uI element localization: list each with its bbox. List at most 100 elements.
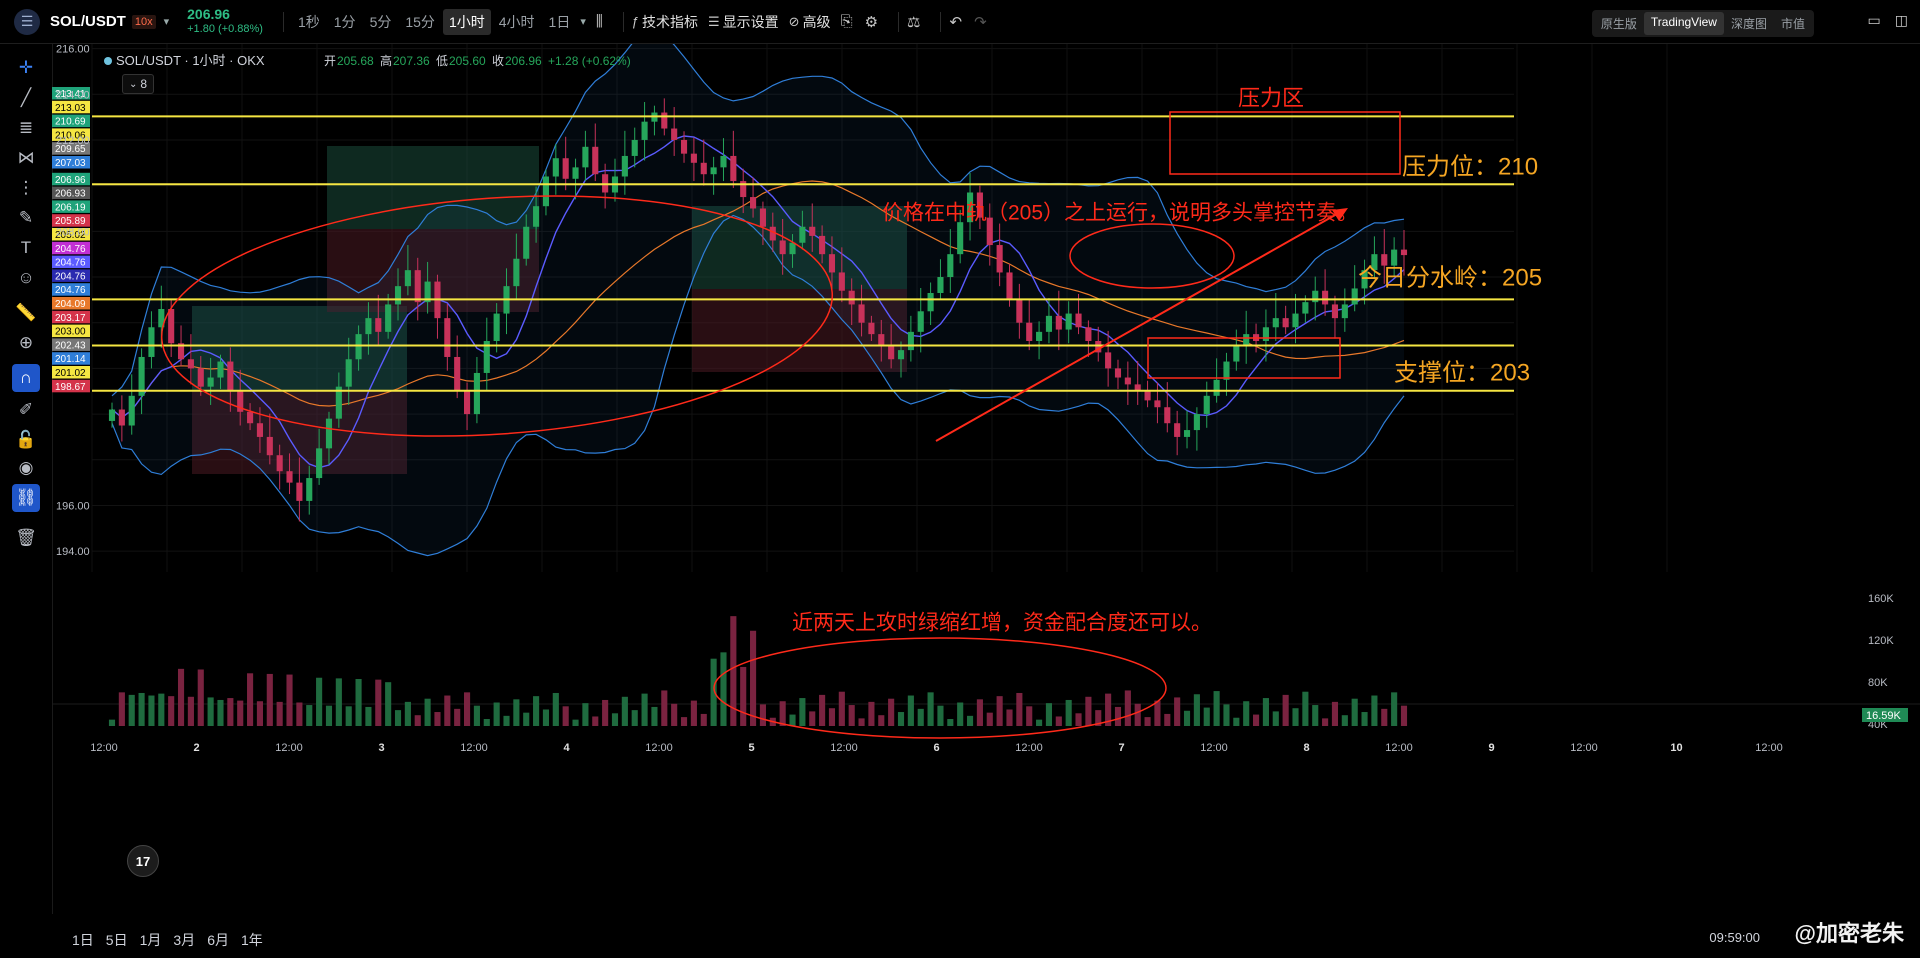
volume-bar bbox=[276, 701, 283, 726]
candle-body bbox=[1174, 423, 1181, 437]
view-option-2[interactable]: 深度图 bbox=[1724, 12, 1774, 35]
lock-icon[interactable]: 🔓 bbox=[12, 426, 40, 454]
range-0[interactable]: 1日 bbox=[72, 930, 94, 950]
timeframe-selector: 1秒 1分 5分 15分 1小时 4小时 1日 bbox=[292, 8, 578, 35]
trash-icon[interactable]: 🗑 bbox=[12, 524, 40, 552]
candle-body bbox=[957, 222, 964, 255]
snapshot-icon[interactable]: ⎘ bbox=[841, 13, 853, 30]
timeframe-0[interactable]: 1秒 bbox=[292, 9, 326, 35]
timeframe-4[interactable]: 1小时 bbox=[442, 8, 491, 35]
symbol-name[interactable]: SOL/USDT bbox=[50, 13, 126, 30]
candle-body bbox=[1036, 331, 1043, 341]
time-tick: 9 bbox=[1488, 742, 1494, 754]
horizontal-lines-icon[interactable]: ≣ bbox=[12, 114, 40, 142]
candle-body bbox=[730, 155, 737, 182]
candle-body bbox=[799, 226, 806, 243]
volume-bar bbox=[1243, 701, 1250, 726]
time-tick: 12:00 bbox=[1385, 742, 1413, 754]
volume-bar bbox=[976, 699, 983, 726]
timeframe-5[interactable]: 4小时 bbox=[493, 9, 541, 35]
range-1[interactable]: 5日 bbox=[106, 930, 128, 950]
timeframe-3[interactable]: 15分 bbox=[399, 9, 441, 35]
trendline-icon[interactable]: ╱ bbox=[12, 84, 40, 112]
candle-body bbox=[1292, 313, 1299, 328]
fullscreen-icon[interactable]: ▭ bbox=[1868, 12, 1881, 29]
time-tick: 12:00 bbox=[275, 742, 303, 754]
pencil-lock-icon[interactable]: ✐ bbox=[12, 396, 40, 424]
zoom-in-icon[interactable]: ⊕ bbox=[12, 329, 40, 357]
fib-icon[interactable]: ⋮ bbox=[12, 174, 40, 202]
timeframe-2[interactable]: 5分 bbox=[364, 9, 398, 35]
candle-body bbox=[1272, 318, 1279, 328]
link-icon[interactable]: ⛓ bbox=[12, 484, 40, 512]
chart-area[interactable]: 213.41213.03210.69210.06209.65207.03206.… bbox=[52, 44, 1920, 922]
volume-bar bbox=[700, 713, 707, 726]
volume-bar bbox=[621, 696, 628, 726]
candle-body bbox=[897, 350, 905, 360]
view-option-0[interactable]: 原生版 bbox=[1594, 12, 1644, 35]
volume-bar bbox=[394, 710, 402, 726]
candle-body bbox=[513, 258, 520, 287]
annotation-text: 压力区 bbox=[1238, 86, 1304, 111]
chevron-down-icon[interactable]: ▾ bbox=[164, 15, 170, 28]
indicator-toggle[interactable]: ⌄ 8 bbox=[122, 74, 154, 94]
candle-body bbox=[759, 208, 766, 227]
volume-bar bbox=[819, 694, 826, 726]
indicators-button[interactable]: ƒ 技术指标 bbox=[632, 12, 698, 32]
eye-icon[interactable]: ◉ bbox=[12, 454, 40, 482]
view-option-1[interactable]: TradingView bbox=[1643, 12, 1724, 35]
indicators-icon: ƒ bbox=[631, 14, 639, 29]
text-icon[interactable]: T bbox=[12, 234, 40, 262]
candle-body bbox=[779, 240, 786, 255]
candle-body bbox=[296, 482, 303, 501]
display-settings-button[interactable]: ☰ 显示设置 bbox=[708, 12, 779, 32]
view-switcher: 原生版 TradingView 深度图 市值 bbox=[1591, 10, 1814, 37]
price-label: 206.96 bbox=[55, 175, 86, 186]
legend-low-label: 低 bbox=[436, 54, 448, 68]
volume-bar bbox=[720, 652, 727, 726]
volume-bar bbox=[463, 692, 471, 726]
volume-bar bbox=[710, 658, 717, 726]
brush-icon[interactable]: ✎ bbox=[12, 204, 40, 232]
price-label: 204.76 bbox=[55, 244, 86, 255]
view-option-3[interactable]: 市值 bbox=[1774, 12, 1812, 35]
candle-body bbox=[769, 226, 776, 241]
candle-body bbox=[1223, 361, 1230, 380]
range-5[interactable]: 1年 bbox=[241, 930, 263, 950]
crosshair-icon[interactable]: ✛ bbox=[12, 54, 40, 82]
range-4[interactable]: 6月 bbox=[207, 930, 229, 950]
candle-body bbox=[1105, 352, 1112, 369]
emoji-icon[interactable]: ☺ bbox=[12, 264, 40, 292]
volume-tick: 80K bbox=[1868, 677, 1888, 689]
scale-icon[interactable]: ⚖ bbox=[907, 13, 920, 31]
volume-bar bbox=[957, 702, 964, 726]
volume-bar bbox=[1371, 695, 1378, 726]
magnet-icon[interactable]: ∩ bbox=[12, 364, 40, 392]
menu-icon[interactable]: ☰ bbox=[14, 8, 40, 35]
gear-icon[interactable]: ⚙ bbox=[865, 13, 878, 31]
volume-bar bbox=[1213, 691, 1220, 726]
advanced-button[interactable]: ⊘ 高级 bbox=[789, 12, 831, 32]
candle-type-icon[interactable]: ⫼ bbox=[596, 13, 603, 30]
range-3[interactable]: 3月 bbox=[173, 930, 195, 950]
candle-body bbox=[1233, 345, 1240, 362]
volume-bar bbox=[1114, 706, 1122, 726]
pattern-icon[interactable]: ⋈ bbox=[12, 144, 40, 172]
candle-body bbox=[552, 158, 559, 177]
annotation-text: 压力位：210 bbox=[1402, 153, 1538, 180]
volume-bar bbox=[375, 679, 382, 726]
price-tick: 196.00 bbox=[56, 500, 90, 512]
timeframe-6[interactable]: 1日 bbox=[543, 9, 577, 35]
undo-icon[interactable]: ↶ bbox=[949, 13, 962, 31]
candle-body bbox=[917, 311, 924, 332]
ruler-icon[interactable]: 📏 bbox=[12, 299, 40, 327]
volume-bar bbox=[1036, 719, 1043, 726]
chevron-down-icon[interactable]: ▾ bbox=[580, 15, 586, 28]
tradingview-logo[interactable]: 17 bbox=[127, 845, 159, 877]
candle-body bbox=[256, 423, 263, 437]
volume-bar bbox=[858, 718, 865, 726]
range-2[interactable]: 1月 bbox=[140, 930, 162, 950]
timeframe-1[interactable]: 1分 bbox=[328, 9, 362, 35]
screenshot-icon[interactable]: ◫ bbox=[1895, 12, 1908, 29]
redo-icon[interactable]: ↷ bbox=[974, 13, 987, 31]
